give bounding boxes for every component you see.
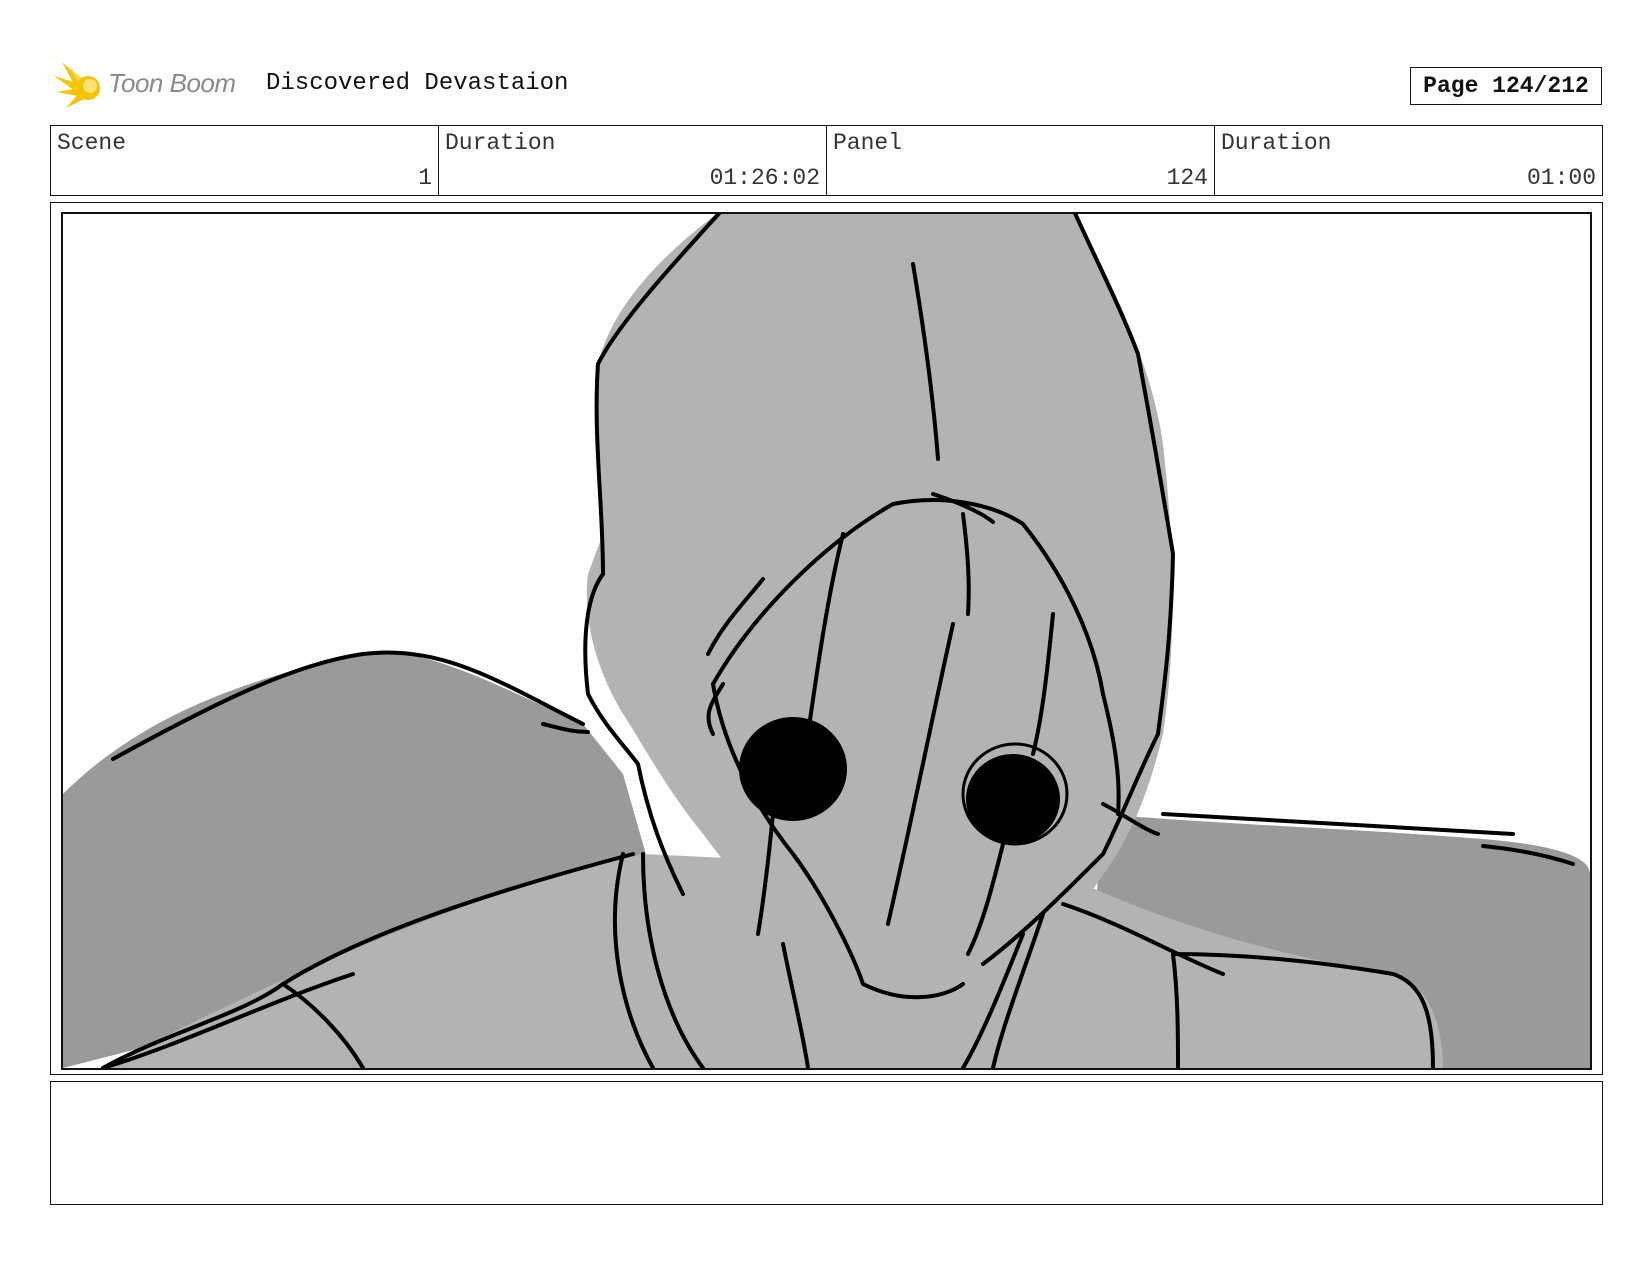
scene-duration-label: Duration [445,130,556,156]
panel-cell: Panel 124 [827,126,1215,195]
document-title: Discovered Devastaion [266,70,569,97]
panel-notes-box [50,1081,1603,1205]
storyboard-info-row: Scene 1 Duration 01:26:02 Panel 124 Dura… [50,125,1603,196]
scene-duration-cell: Duration 01:26:02 [439,126,827,195]
panel-duration-cell: Duration 01:00 [1215,126,1602,195]
toon-boom-logo: Toon Boom [52,58,252,114]
page-indicator: Page 124/212 [1410,67,1602,105]
page-label: Page 124/212 [1423,73,1589,99]
logo-text: Toon Boom [108,68,236,98]
sketch-drawing [63,214,1590,1068]
panel-value: 124 [1166,165,1208,191]
storyboard-panel [50,202,1603,1075]
scene-duration-value: 01:26:02 [709,165,820,191]
scene-value: 1 [418,165,432,191]
panel-label: Panel [833,130,903,156]
scene-cell: Scene 1 [51,126,439,195]
panel-duration-label: Duration [1221,130,1332,156]
panel-image [61,212,1592,1070]
scene-label: Scene [57,130,127,156]
starburst-logo-icon [54,62,100,108]
panel-duration-value: 01:00 [1526,165,1596,191]
